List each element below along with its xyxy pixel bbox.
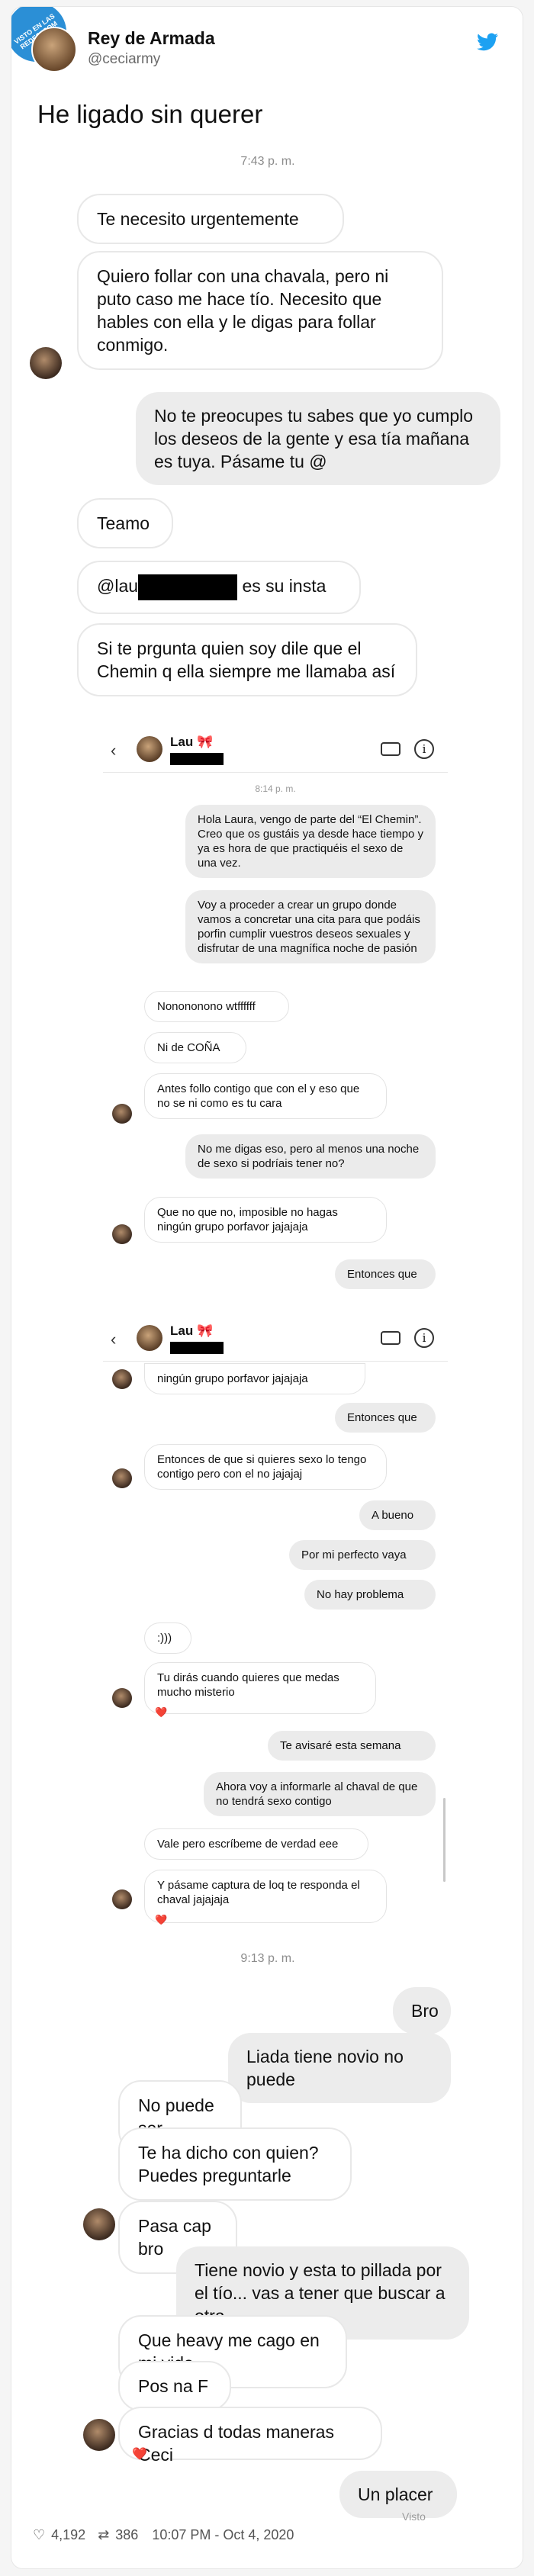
incoming-message: Antes follo contigo que con el y eso que… <box>144 1073 387 1119</box>
sender-avatar <box>112 1889 132 1909</box>
sender-avatar <box>83 2419 115 2451</box>
contact-avatar <box>137 1325 162 1351</box>
outgoing-message: Bro <box>393 1987 451 2034</box>
incoming-message: @lau es su insta <box>77 561 361 614</box>
chat-timestamp: 7:43 p. m. <box>240 155 295 168</box>
sender-avatar <box>30 347 62 379</box>
back-chevron-icon[interactable]: ‹ <box>111 741 116 761</box>
incoming-message: Nonononono wtffffff <box>144 991 289 1022</box>
incoming-message: Ni de COÑA <box>144 1032 246 1063</box>
outgoing-message: Por mi perfecto vaya <box>289 1540 436 1570</box>
incoming-message: Gracias d todas maneras Ceci <box>118 2407 382 2465</box>
tweet-card: VISTO EN LAS REDES .COM Rey de Armada @c… <box>11 6 523 2569</box>
insta-handle-suffix: es su insta <box>242 576 327 597</box>
sender-avatar <box>112 1688 132 1708</box>
author-avatar[interactable] <box>31 27 77 72</box>
incoming-message: Que no que no, imposible no hagas ningún… <box>144 1197 387 1243</box>
outgoing-message: Entonces que <box>335 1259 436 1289</box>
tweet-footer: ♡ 4,192 ⇄ 386 10:07 PM - Oct 4, 2020 <box>33 2527 294 2543</box>
incoming-message: Te necesito urgentemente <box>77 194 344 244</box>
dm-header: ‹ Lau 🎀 i <box>103 730 448 773</box>
author-handle[interactable]: @ceciarmy <box>88 51 160 68</box>
redaction-bar <box>138 574 238 600</box>
twitter-bird-icon[interactable] <box>477 33 498 51</box>
incoming-message: ningún grupo porfavor jajajaja <box>144 1363 365 1394</box>
outgoing-message: Liada tiene novio no puede <box>228 2033 451 2103</box>
scrollbar[interactable] <box>443 1798 446 1882</box>
outgoing-message: Entonces que <box>335 1403 436 1433</box>
info-icon[interactable]: i <box>414 739 434 759</box>
outgoing-message: A bueno <box>359 1500 436 1530</box>
outgoing-message: Ahora voy a informarle al chaval de que … <box>204 1772 436 1816</box>
incoming-message: Pos na F <box>118 2361 231 2411</box>
back-chevron-icon[interactable]: ‹ <box>111 1330 116 1349</box>
incoming-message: Te ha dicho con quien? Puedes preguntarl… <box>118 2127 352 2201</box>
redaction-bar <box>170 753 224 765</box>
heart-reaction-icon: ❤️ <box>155 1706 168 1718</box>
incoming-message: Y pásame captura de loq te responda el c… <box>144 1870 387 1923</box>
incoming-message: Entonces de que si quieres sexo lo tengo… <box>144 1444 387 1490</box>
redaction-bar <box>170 1342 224 1354</box>
retweet-icon[interactable]: ⇄ <box>98 2527 109 2543</box>
embedded-screenshot-1: ‹ Lau 🎀 i 8:14 p. m. Hola Laura, vengo d… <box>103 730 448 1294</box>
incoming-message: Teamo <box>77 498 173 548</box>
outgoing-message: Voy a proceder a crear un grupo donde va… <box>185 890 436 963</box>
heart-reaction-icon: ❤️ <box>132 2448 147 2461</box>
seen-status: Visto <box>402 2510 426 2523</box>
incoming-message: Tu dirás cuando quieres que medas mucho … <box>144 1662 376 1714</box>
contact-name: Lau 🎀 <box>170 735 214 749</box>
retweet-count[interactable]: 386 <box>115 2527 138 2543</box>
outgoing-message: Te avisaré esta semana <box>268 1731 436 1761</box>
chat-timestamp: 9:13 p. m. <box>240 1952 295 1965</box>
outgoing-message: No me digas eso, pero al menos una noche… <box>185 1134 436 1179</box>
sender-avatar <box>83 2208 115 2240</box>
sender-avatar <box>112 1224 132 1244</box>
contact-avatar <box>137 736 162 762</box>
sender-avatar <box>112 1369 132 1389</box>
sender-avatar <box>112 1468 132 1488</box>
incoming-message: Si te prgunta quien soy dile que el Chem… <box>77 623 417 696</box>
outgoing-message: Un placer <box>339 2471 457 2518</box>
like-count[interactable]: 4,192 <box>51 2527 85 2543</box>
contact-name: Lau 🎀 <box>170 1323 214 1338</box>
dm-timestamp: 8:14 p. m. <box>255 783 296 794</box>
author-name[interactable]: Rey de Armada <box>88 28 215 49</box>
outgoing-message: Hola Laura, vengo de parte del “El Chemi… <box>185 805 436 878</box>
embedded-screenshot-2: ‹ Lau 🎀 i ningún grupo porfavor jajajaja… <box>103 1319 448 1929</box>
tweet-timestamp[interactable]: 10:07 PM - Oct 4, 2020 <box>152 2527 294 2543</box>
video-call-icon[interactable] <box>381 742 400 756</box>
outgoing-message: No te preocupes tu sabes que yo cumplo l… <box>136 392 500 485</box>
heart-reaction-icon: ❤️ <box>155 1914 168 1925</box>
incoming-message: Quiero follar con una chavala, pero ni p… <box>77 251 443 370</box>
tweet-text: He ligado sin querer <box>37 100 263 128</box>
outgoing-message: No hay problema <box>304 1580 436 1610</box>
info-icon[interactable]: i <box>414 1328 434 1348</box>
dm-header: ‹ Lau 🎀 i <box>103 1319 448 1362</box>
incoming-message: :))) <box>144 1622 191 1654</box>
insta-handle-prefix: @lau <box>97 576 139 597</box>
incoming-message: Vale pero escríbeme de verdad eee <box>144 1828 368 1860</box>
heart-icon[interactable]: ♡ <box>33 2527 45 2543</box>
video-call-icon[interactable] <box>381 1331 400 1345</box>
sender-avatar <box>112 1104 132 1124</box>
